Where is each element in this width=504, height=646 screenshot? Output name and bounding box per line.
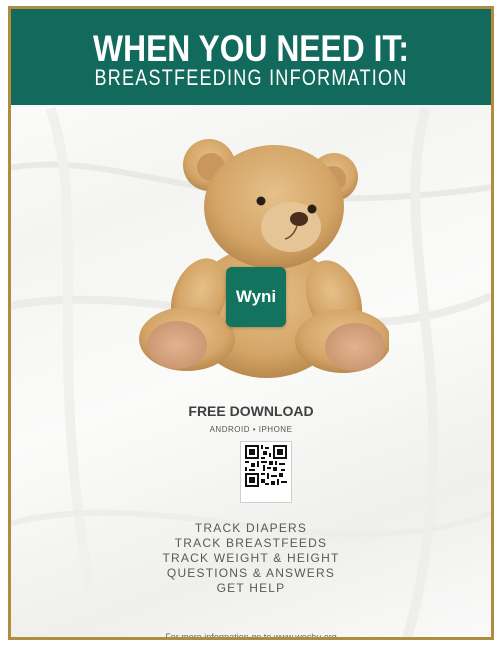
qr-code-pattern bbox=[245, 445, 287, 487]
feature-item: GET HELP bbox=[216, 581, 286, 595]
banner-subtitle: BREASTFEEDING INFORMATION bbox=[94, 65, 408, 90]
platforms-label: ANDROID • IPHONE bbox=[209, 425, 293, 434]
poster: WHEN YOU NEED IT: BREASTFEEDING INFORMAT… bbox=[8, 6, 494, 640]
banner-title: WHEN YOU NEED IT: bbox=[93, 28, 409, 69]
feature-item: TRACK BREASTFEEDS bbox=[174, 536, 328, 550]
header-banner: WHEN YOU NEED IT: BREASTFEEDING INFORMAT… bbox=[11, 9, 491, 105]
feature-item: TRACK WEIGHT & HEIGHT bbox=[162, 551, 340, 565]
footer-info: For more information go to www.wechu.org bbox=[165, 632, 337, 640]
teddy-bear-image bbox=[139, 139, 389, 378]
feature-item: QUESTIONS & ANSWERS bbox=[166, 566, 336, 580]
feature-list: TRACK DIAPERS TRACK BREASTFEEDS TRACK WE… bbox=[11, 521, 491, 596]
download-heading: FREE DOWNLOAD bbox=[188, 403, 314, 419]
qr-code-icon[interactable] bbox=[240, 441, 292, 503]
feature-item: TRACK DIAPERS bbox=[194, 521, 308, 535]
wyni-app-icon: Wyni bbox=[226, 267, 286, 327]
